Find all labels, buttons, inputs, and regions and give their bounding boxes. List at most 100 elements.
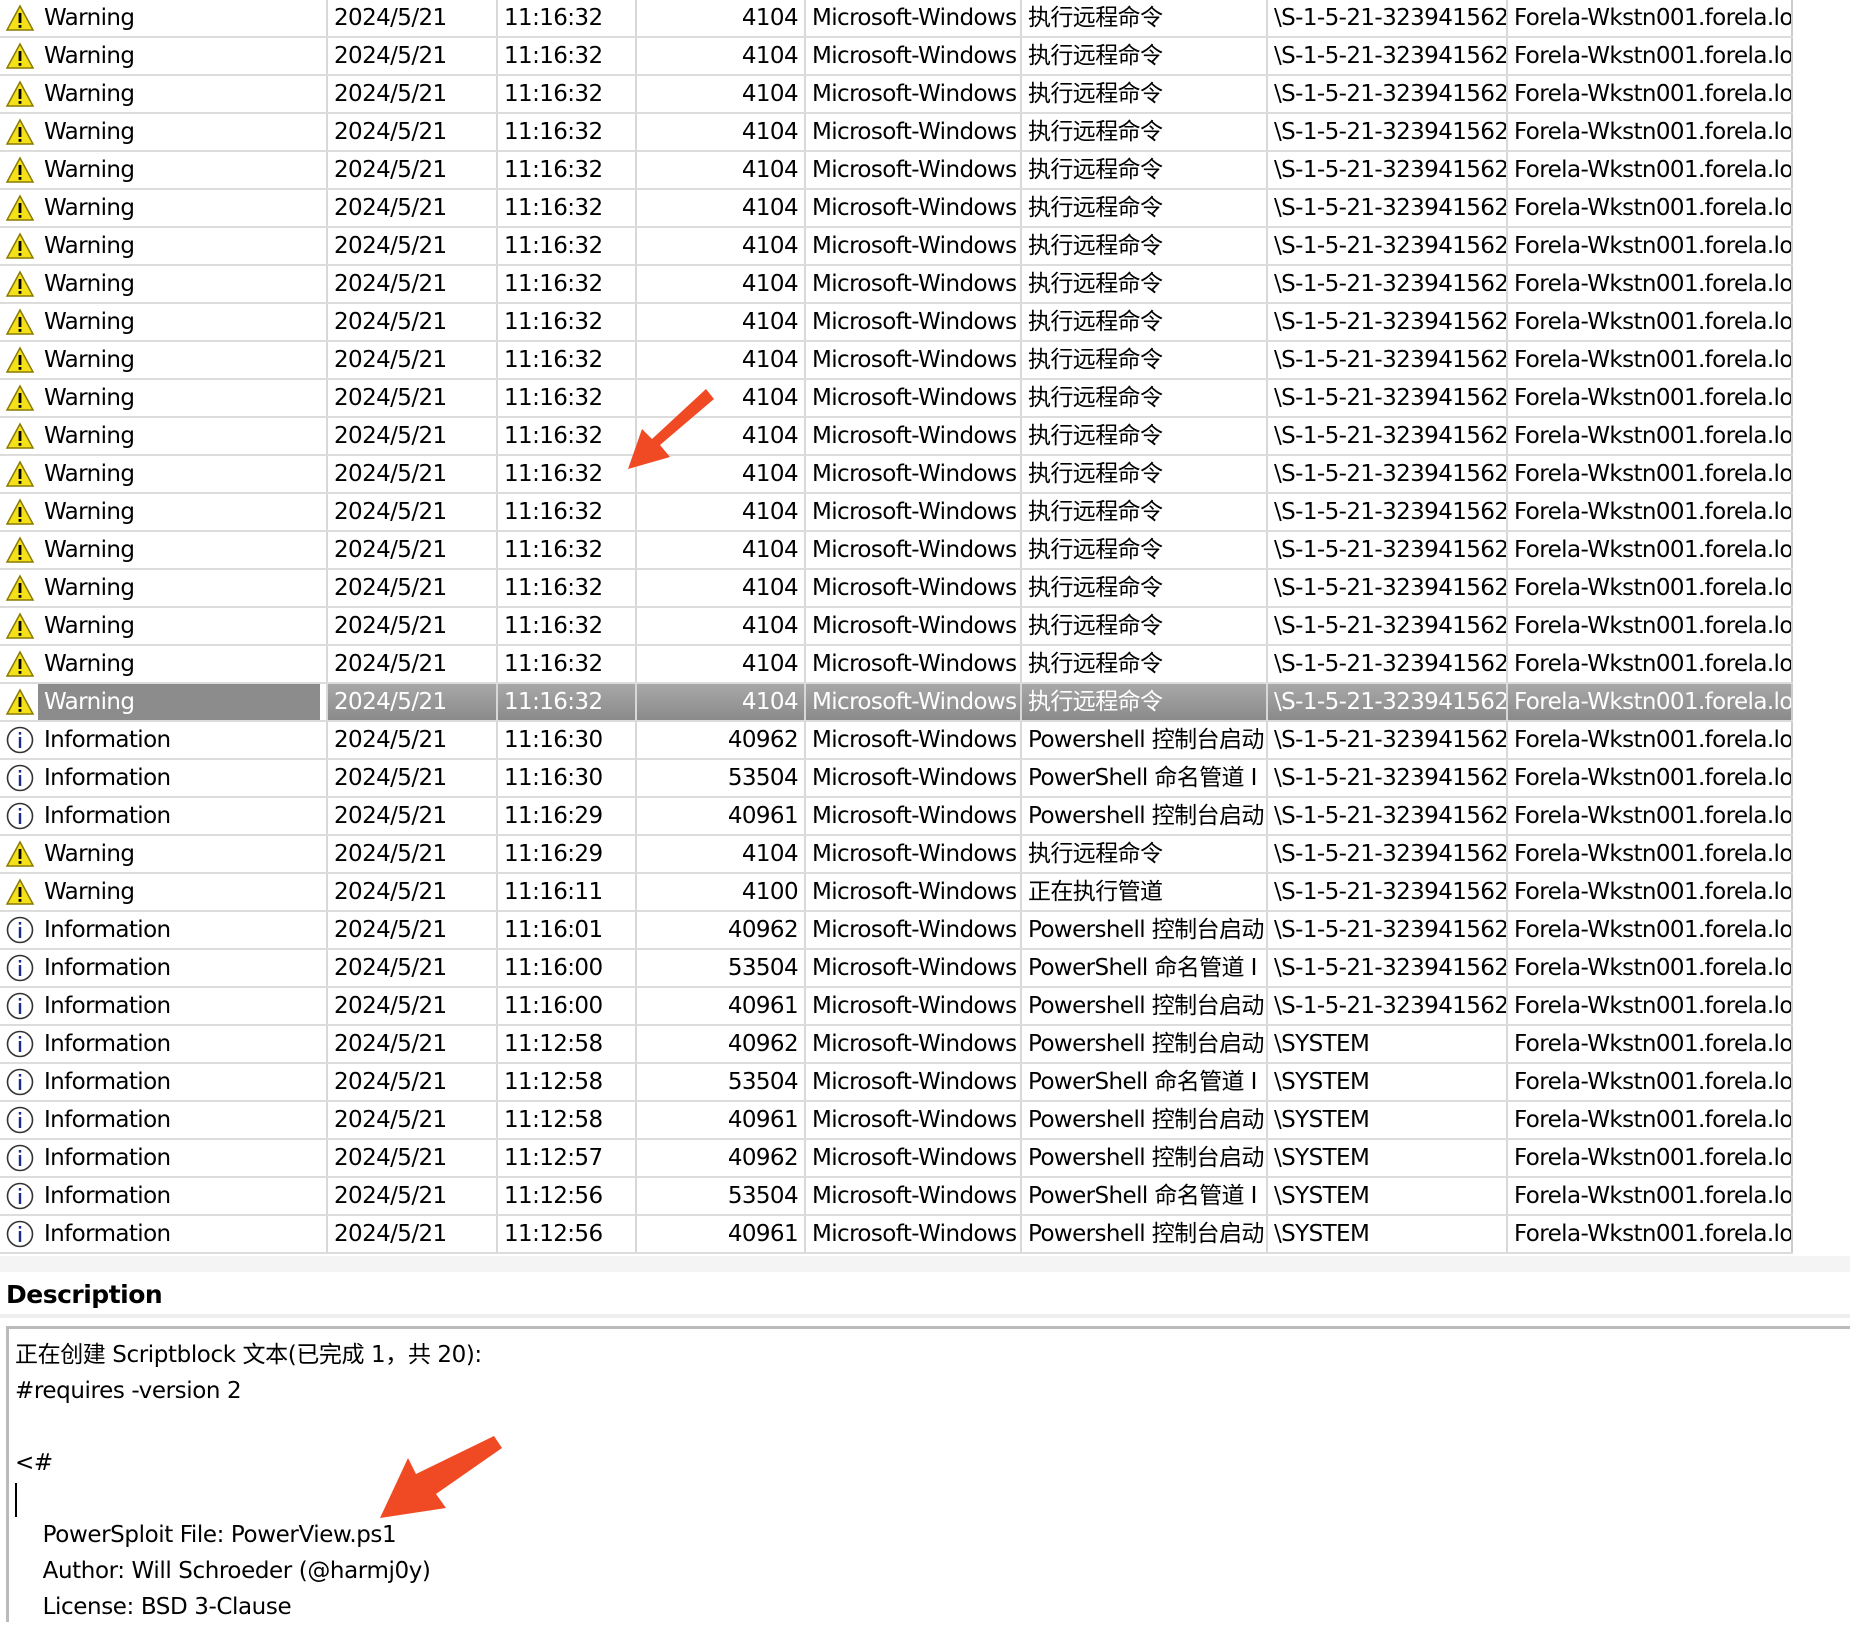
- date-cell: 2024/5/21: [328, 1026, 498, 1062]
- event-id-cell: 40961: [637, 1102, 806, 1138]
- table-row[interactable]: Information 2024/5/21 11:16:00 40961 Microso…: [0, 988, 1793, 1026]
- info-circle-icon: [4, 762, 36, 794]
- table-row[interactable]: Warning 2024/5/21 11:16:11 4100 Microsoft-Wi…: [0, 874, 1793, 912]
- warning-triangle-icon: [4, 686, 36, 718]
- table-row[interactable]: Warning 2024/5/21 11:16:32 4104 Microsoft-Wi…: [0, 684, 1793, 722]
- computer-cell: Forela-Wkstn001.forela.lo: [1508, 532, 1793, 568]
- date-cell: 2024/5/21: [328, 836, 498, 872]
- warning-triangle-icon: [4, 268, 36, 300]
- table-row[interactable]: Information 2024/5/21 11:12:56 53504 Microso…: [0, 1178, 1793, 1216]
- time-cell: 11:12:58: [498, 1064, 637, 1100]
- user-cell: \S-1-5-21-323941562: [1268, 190, 1508, 226]
- table-row[interactable]: Warning 2024/5/21 11:16:32 4104 Microsoft-Wi…: [0, 266, 1793, 304]
- level-label: Warning: [44, 157, 135, 183]
- time-cell: 11:16:32: [498, 76, 637, 112]
- table-row[interactable]: Warning 2024/5/21 11:16:32 4104 Microsoft-Wi…: [0, 38, 1793, 76]
- table-row[interactable]: Warning 2024/5/21 11:16:32 4104 Microsoft-Wi…: [0, 304, 1793, 342]
- table-row[interactable]: Warning 2024/5/21 11:16:32 4104 Microsoft-Wi…: [0, 380, 1793, 418]
- table-row[interactable]: Information 2024/5/21 11:12:58 40962 Microso…: [0, 1026, 1793, 1064]
- table-row[interactable]: Warning 2024/5/21 11:16:29 4104 Microsoft-Wi…: [0, 836, 1793, 874]
- level-cell: Warning: [0, 114, 328, 150]
- table-row[interactable]: Warning 2024/5/21 11:16:32 4104 Microsoft-Wi…: [0, 0, 1793, 38]
- table-row[interactable]: Information 2024/5/21 11:12:58 40961 Microso…: [0, 1102, 1793, 1140]
- event-id-cell: 4104: [637, 190, 806, 226]
- date-cell: 2024/5/21: [328, 190, 498, 226]
- source-cell: Microsoft-Windows: [806, 418, 1022, 454]
- level-cell: Warning: [0, 190, 328, 226]
- event-id-cell: 4104: [637, 646, 806, 682]
- splitter[interactable]: [0, 1256, 1850, 1272]
- computer-cell: Forela-Wkstn001.forela.lo: [1508, 266, 1793, 302]
- table-row[interactable]: Information 2024/5/21 11:12:57 40962 Microso…: [0, 1140, 1793, 1178]
- warning-triangle-icon: [4, 572, 36, 604]
- source-cell: Microsoft-Windows: [806, 912, 1022, 948]
- table-row[interactable]: Information 2024/5/21 11:16:30 40962 Microso…: [0, 722, 1793, 760]
- level-cell: Information: [0, 950, 328, 986]
- time-cell: 11:16:32: [498, 418, 637, 454]
- table-row[interactable]: Warning 2024/5/21 11:16:32 4104 Microsoft-Wi…: [0, 646, 1793, 684]
- task-category-cell: 执行远程命令: [1022, 608, 1268, 644]
- user-cell: \S-1-5-21-323941562: [1268, 836, 1508, 872]
- level-label: Warning: [44, 347, 135, 373]
- table-row[interactable]: Warning 2024/5/21 11:16:32 4104 Microsoft-Wi…: [0, 114, 1793, 152]
- description-line: [15, 1481, 1844, 1517]
- computer-cell: Forela-Wkstn001.forela.lo: [1508, 1216, 1793, 1252]
- source-cell: Microsoft-Windows: [806, 1026, 1022, 1062]
- table-row[interactable]: Warning 2024/5/21 11:16:32 4104 Microsoft-Wi…: [0, 342, 1793, 380]
- user-cell: \S-1-5-21-323941562: [1268, 760, 1508, 796]
- source-cell: Microsoft-Windows: [806, 456, 1022, 492]
- level-cell: Warning: [0, 342, 328, 378]
- task-category-cell: Powershell 控制台启动: [1022, 912, 1268, 948]
- user-cell: \S-1-5-21-323941562: [1268, 266, 1508, 302]
- description-textbox[interactable]: 正在创建 Scriptblock 文本(已完成 1，共 20): #require…: [6, 1326, 1850, 1622]
- date-cell: 2024/5/21: [328, 342, 498, 378]
- table-row[interactable]: Information 2024/5/21 11:16:00 53504 Microso…: [0, 950, 1793, 988]
- level-cell: Information: [0, 912, 328, 948]
- source-cell: Microsoft-Windows: [806, 1216, 1022, 1252]
- task-category-cell: 执行远程命令: [1022, 836, 1268, 872]
- source-cell: Microsoft-Windows: [806, 266, 1022, 302]
- task-category-cell: 执行远程命令: [1022, 266, 1268, 302]
- user-cell: \S-1-5-21-323941562: [1268, 570, 1508, 606]
- description-line: <#: [15, 1450, 53, 1476]
- user-cell: \S-1-5-21-323941562: [1268, 0, 1508, 36]
- table-row[interactable]: Information 2024/5/21 11:16:30 53504 Microso…: [0, 760, 1793, 798]
- table-row[interactable]: Information 2024/5/21 11:16:01 40962 Microso…: [0, 912, 1793, 950]
- table-row[interactable]: Warning 2024/5/21 11:16:32 4104 Microsoft-Wi…: [0, 190, 1793, 228]
- time-cell: 11:16:32: [498, 380, 637, 416]
- user-cell: \S-1-5-21-323941562: [1268, 418, 1508, 454]
- table-row[interactable]: Warning 2024/5/21 11:16:32 4104 Microsoft-Wi…: [0, 608, 1793, 646]
- table-row[interactable]: Warning 2024/5/21 11:16:32 4104 Microsoft-Wi…: [0, 152, 1793, 190]
- level-label: Information: [44, 993, 171, 1019]
- table-row[interactable]: Warning 2024/5/21 11:16:32 4104 Microsoft-Wi…: [0, 76, 1793, 114]
- user-cell: \S-1-5-21-323941562: [1268, 114, 1508, 150]
- info-circle-icon: [4, 1142, 36, 1174]
- info-circle-icon: [4, 1028, 36, 1060]
- table-row[interactable]: Warning 2024/5/21 11:16:32 4104 Microsoft-Wi…: [0, 532, 1793, 570]
- date-cell: 2024/5/21: [328, 0, 498, 36]
- task-category-cell: Powershell 控制台启动: [1022, 722, 1268, 758]
- task-category-cell: 执行远程命令: [1022, 418, 1268, 454]
- computer-cell: Forela-Wkstn001.forela.lo: [1508, 304, 1793, 340]
- table-row[interactable]: Information 2024/5/21 11:12:56 40961 Microso…: [0, 1216, 1793, 1254]
- table-row[interactable]: Warning 2024/5/21 11:16:32 4104 Microsoft-Wi…: [0, 456, 1793, 494]
- description-line: [15, 1409, 1844, 1445]
- level-label: Information: [44, 803, 171, 829]
- annotation-arrow-icon: [380, 1436, 502, 1518]
- event-id-cell: 40961: [637, 988, 806, 1024]
- date-cell: 2024/5/21: [328, 798, 498, 834]
- info-circle-icon: [4, 914, 36, 946]
- source-cell: Microsoft-Windows: [806, 114, 1022, 150]
- table-row[interactable]: Warning 2024/5/21 11:16:32 4104 Microsoft-Wi…: [0, 494, 1793, 532]
- time-cell: 11:16:32: [498, 190, 637, 226]
- table-row[interactable]: Information 2024/5/21 11:12:58 53504 Microso…: [0, 1064, 1793, 1102]
- date-cell: 2024/5/21: [328, 76, 498, 112]
- user-cell: \SYSTEM: [1268, 1216, 1508, 1252]
- time-cell: 11:16:32: [498, 646, 637, 682]
- table-row[interactable]: Warning 2024/5/21 11:16:32 4104 Microsoft-Wi…: [0, 570, 1793, 608]
- table-row[interactable]: Warning 2024/5/21 11:16:32 4104 Microsoft-Wi…: [0, 228, 1793, 266]
- table-row[interactable]: Warning 2024/5/21 11:16:32 4104 Microsoft-Wi…: [0, 418, 1793, 456]
- table-row[interactable]: Information 2024/5/21 11:16:29 40961 Microso…: [0, 798, 1793, 836]
- warning-triangle-icon: [4, 40, 36, 72]
- level-label: Warning: [44, 499, 135, 525]
